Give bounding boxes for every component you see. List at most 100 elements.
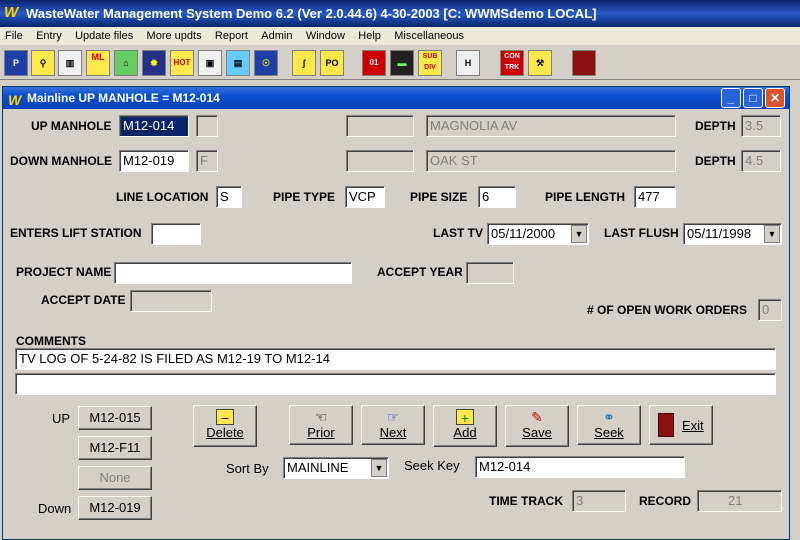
line-location-label: LINE LOCATION [116, 190, 209, 204]
exit-door-icon [658, 413, 674, 437]
app-logo-icon: W [4, 4, 19, 21]
pipe-type-field[interactable]: VCP [345, 186, 385, 208]
hand-left-icon: ☜ [314, 409, 328, 425]
search-icon[interactable]: ⚲ [31, 50, 55, 76]
window-logo-icon: W [8, 92, 22, 108]
house-icon[interactable]: ⌂ [114, 50, 138, 76]
close-icon[interactable]: ✕ [765, 88, 785, 108]
menu-window[interactable]: Window [301, 27, 350, 45]
enters-lift-station-field[interactable] [151, 223, 201, 245]
pipe-icon[interactable]: ∫ [292, 50, 316, 76]
ml-icon[interactable]: ML [86, 50, 110, 76]
comments-label: COMMENTS [16, 334, 86, 348]
down-depth-field: 4.5 [741, 150, 781, 172]
down-manhole-label: DOWN MANHOLE [10, 154, 112, 168]
time-track-field: 3 [572, 490, 626, 512]
delete-button[interactable]: − Delete [193, 405, 257, 447]
po-icon[interactable]: PO [320, 50, 344, 76]
camera-icon[interactable]: ▣ [198, 50, 222, 76]
bulb-icon[interactable]: ☉ [254, 50, 278, 76]
toolbar: P ⚲ ▥ ML ⌂ ✹ HOT ▣ ▤ ☉ ∫ PO 01 ▬ SUB DIV… [0, 45, 800, 80]
prior-button[interactable]: ☜ Prior [289, 405, 353, 445]
app-title-bar: W WasteWater Management System Demo 6.2 … [0, 0, 800, 27]
next-button[interactable]: ☞ Next [361, 405, 425, 445]
chevron-down-icon[interactable]: ▼ [371, 459, 387, 477]
pipe-size-label: PIPE SIZE [410, 190, 468, 204]
accept-date-field [130, 290, 212, 312]
down-code-field [346, 150, 414, 172]
comment-line-2[interactable] [15, 373, 776, 395]
sort-by-label: Sort By [226, 461, 269, 476]
menu-more-updts[interactable]: More updts [142, 27, 207, 45]
line-location-field[interactable]: S [216, 186, 242, 208]
seek-button[interactable]: ⚭ Seek [577, 405, 641, 445]
add-button[interactable]: + Add [433, 405, 497, 447]
menu-admin[interactable]: Admin [256, 27, 297, 45]
display-icon[interactable]: ▬ [390, 50, 414, 76]
h-icon[interactable]: H [456, 50, 480, 76]
hot-icon[interactable]: HOT [170, 50, 194, 76]
trash-icon[interactable]: ▥ [58, 50, 82, 76]
menu-miscellaneous[interactable]: Miscellaneous [389, 27, 469, 45]
chevron-down-icon[interactable]: ▼ [571, 225, 587, 243]
menu-bar: File Entry Update files More updts Repor… [0, 27, 800, 45]
last-tv-select[interactable]: 05/11/2000 ▼ [487, 223, 589, 245]
con-trk-icon[interactable]: CON TRK [500, 50, 524, 76]
hand-right-icon: ☞ [386, 409, 400, 425]
up-depth-field: 3.5 [741, 115, 781, 137]
window-title: Mainline UP MANHOLE = M12-014 [27, 91, 220, 105]
last-tv-label: LAST TV [433, 226, 483, 240]
down-depth-label: DEPTH [695, 154, 736, 168]
up-manhole-field[interactable]: M12-014 [119, 115, 189, 137]
down-link-button[interactable]: M12-019 [78, 496, 152, 520]
seek-key-field[interactable]: M12-014 [475, 456, 685, 478]
sort-by-select[interactable]: MAINLINE ▼ [283, 457, 389, 479]
open-work-orders-label: # OF OPEN WORK ORDERS [587, 303, 748, 317]
pipe-length-field[interactable]: 477 [634, 186, 676, 208]
up-street-field: MAGNOLIA AV [426, 115, 676, 137]
menu-file[interactable]: File [0, 27, 28, 45]
maximize-icon[interactable]: □ [743, 88, 763, 108]
accept-date-label: ACCEPT DATE [41, 293, 126, 307]
pipe-length-label: PIPE LENGTH [545, 190, 626, 204]
accept-year-label: ACCEPT YEAR [377, 265, 463, 279]
up-link-button-1[interactable]: M12-015 [78, 406, 152, 430]
last-flush-select[interactable]: 05/11/1998 ▼ [683, 223, 782, 245]
exit-button[interactable]: Exit [649, 405, 713, 445]
tools-icon[interactable]: ⚒ [528, 50, 552, 76]
down-street-field: OAK ST [426, 150, 676, 172]
subdiv-icon[interactable]: SUB DIV [418, 50, 442, 76]
up-manhole-label: UP MANHOLE [31, 119, 112, 133]
p-icon[interactable]: P [4, 50, 28, 76]
pipe-size-field[interactable]: 6 [478, 186, 516, 208]
up-link-button-2[interactable]: M12-F11 [78, 436, 152, 460]
comment-line-1[interactable]: TV LOG OF 5-24-82 IS FILED AS M12-19 TO … [15, 348, 776, 370]
project-name-field[interactable] [114, 262, 352, 284]
time-track-label: TIME TRACK [489, 494, 563, 508]
seek-key-label: Seek Key [404, 458, 460, 473]
save-icon: ✎ [531, 409, 543, 425]
pipe-type-label: PIPE TYPE [273, 190, 336, 204]
project-name-label: PROJECT NAME [16, 265, 112, 279]
menu-entry[interactable]: Entry [31, 27, 67, 45]
menu-help[interactable]: Help [353, 27, 386, 45]
open-work-orders-field: 0 [758, 299, 782, 321]
code-icon[interactable]: 01 [362, 50, 386, 76]
delete-icon: − [216, 409, 234, 426]
record-label: RECORD [639, 494, 692, 508]
menu-report[interactable]: Report [210, 27, 253, 45]
up-label: UP [52, 411, 71, 426]
mainline-window: W Mainline UP MANHOLE = M12-014 _ □ ✕ UP… [2, 86, 790, 540]
down-label: Down [38, 501, 72, 516]
chevron-down-icon[interactable]: ▼ [764, 225, 780, 243]
map-icon[interactable]: ✹ [142, 50, 166, 76]
down-manhole-field[interactable]: M12-019 [119, 150, 189, 172]
menu-update-files[interactable]: Update files [70, 27, 138, 45]
save-button[interactable]: ✎ Save [505, 405, 569, 447]
none-button[interactable]: None [78, 466, 152, 490]
up-manhole-ext-field [196, 115, 218, 137]
building-icon[interactable]: ▤ [226, 50, 250, 76]
minimize-icon[interactable]: _ [721, 88, 741, 108]
exit-door-icon[interactable] [572, 50, 596, 76]
up-code-field [346, 115, 414, 137]
